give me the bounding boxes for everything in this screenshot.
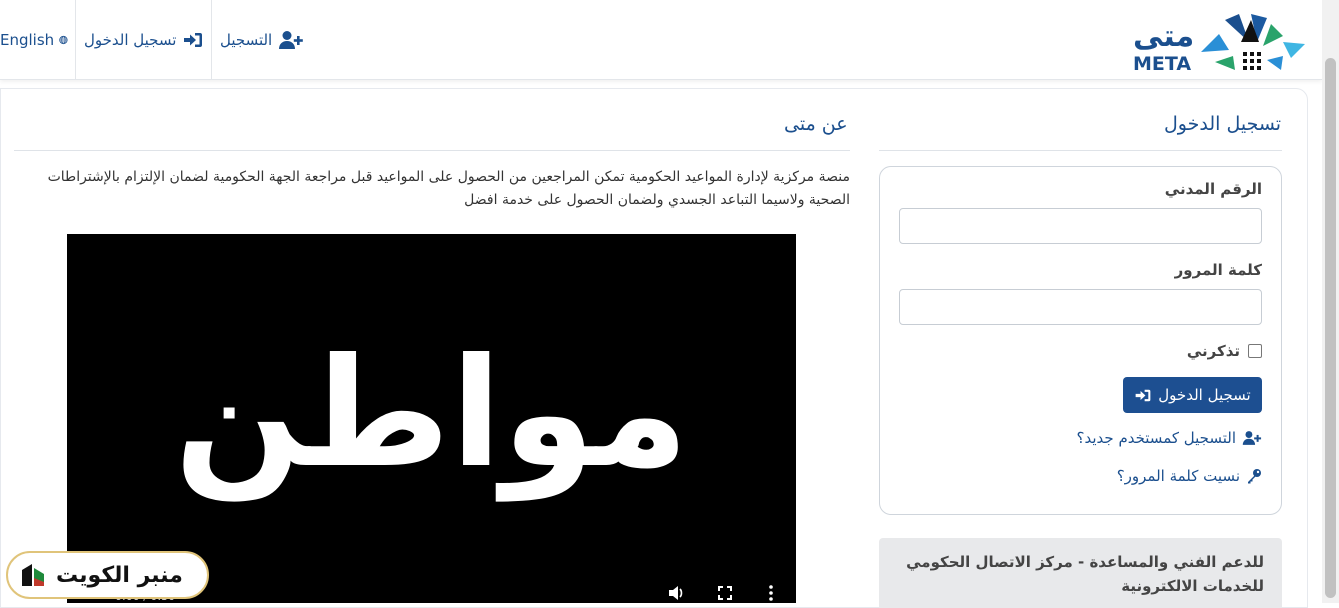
about-title: عن متى [784, 113, 848, 135]
volume-icon[interactable] [667, 584, 685, 602]
watermark-badge: منبر الكويت [6, 551, 209, 599]
civil-id-input[interactable] [899, 208, 1262, 244]
user-plus-icon [1242, 431, 1262, 445]
support-text: للدعم الفني والمساعدة - مركز الاتصال الح… [906, 553, 1264, 595]
register-new-user-link[interactable]: التسجيل كمستخدم جديد؟ [1077, 429, 1262, 447]
remember-me-label: تذكرني [1186, 342, 1240, 360]
about-description: منصة مركزية لإدارة المواعيد الحكومية تمك… [47, 169, 850, 208]
top-navbar: English تسجيل الدخول التسجيل متى META [0, 0, 1322, 80]
watermark-logo-icon [22, 564, 44, 586]
nav-login-label: تسجيل الدخول [84, 31, 177, 49]
forgot-password-link[interactable]: نسيت كلمة المرور؟ [1117, 467, 1262, 485]
language-label: English [0, 31, 55, 49]
password-input[interactable] [899, 289, 1262, 325]
remember-me-checkbox[interactable] [1248, 344, 1262, 358]
logo-latin-text: META [1133, 53, 1191, 72]
more-options-icon[interactable] [764, 584, 778, 602]
nav-separator [75, 0, 76, 80]
login-submit-label: تسجيل الدخول [1158, 386, 1251, 404]
forgot-password-label: نسيت كلمة المرور؟ [1116, 467, 1240, 485]
sign-in-icon [184, 33, 203, 47]
support-panel: للدعم الفني والمساعدة - مركز الاتصال الح… [879, 538, 1282, 608]
sign-in-icon [1135, 389, 1151, 401]
login-divider [879, 150, 1282, 151]
civil-id-label: الرقم المدني [1164, 180, 1262, 198]
language-switch[interactable]: English [0, 0, 72, 80]
nav-separator [211, 0, 212, 80]
about-divider [14, 150, 850, 151]
fullscreen-icon[interactable] [716, 584, 734, 602]
meta-logo[interactable]: متى META [1133, 12, 1308, 75]
password-label: كلمة المرور [1174, 261, 1262, 279]
meta-logo-graphic: متى META [1133, 14, 1305, 75]
intro-video[interactable]: مواطن [67, 234, 796, 603]
login-submit-button[interactable]: تسجيل الدخول [1123, 377, 1262, 413]
nav-register-link[interactable]: التسجيل [220, 0, 304, 80]
logo-arabic-text: متى [1133, 19, 1194, 54]
video-frame-word: مواطن [174, 327, 689, 501]
login-title: تسجيل الدخول [1164, 113, 1282, 135]
register-new-user-label: التسجيل كمستخدم جديد؟ [1076, 429, 1236, 447]
watermark-text: منبر الكويت [56, 562, 183, 588]
user-plus-icon [279, 31, 304, 49]
globe-icon [59, 35, 68, 45]
scrollbar-thumb[interactable] [1325, 58, 1336, 598]
key-icon [1248, 469, 1261, 484]
nav-login-link[interactable]: تسجيل الدخول [84, 0, 204, 80]
nav-register-label: التسجيل [220, 31, 273, 49]
